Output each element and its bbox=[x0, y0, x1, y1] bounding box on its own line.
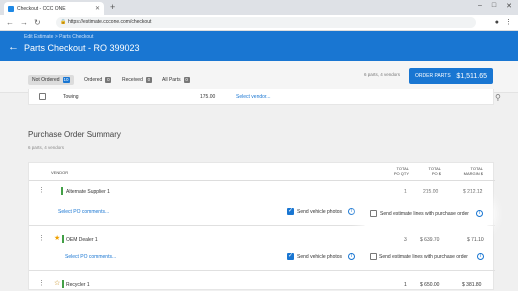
tab-received[interactable]: Received 0 bbox=[122, 77, 152, 83]
vendor-section: ⋮ ☆ Recycler 1 1 $ 650.00 $ 381.80 bbox=[29, 271, 495, 291]
tab-count: 10 bbox=[62, 77, 70, 83]
towing-name: Towing bbox=[63, 94, 79, 100]
vendor-name: Recycler 1 bbox=[66, 282, 90, 288]
send-vehicle-photos-label: Send vehicle photos bbox=[297, 254, 343, 260]
tab-count: 0 bbox=[183, 77, 190, 83]
col-total-margin: TOTAL MARGIN $ bbox=[451, 166, 483, 176]
select-vendor-link[interactable]: Select vendor... bbox=[236, 94, 270, 100]
url-text: https://estimate.cccone.com/checkout bbox=[68, 19, 152, 25]
po-summary-title: Purchase Order Summary bbox=[28, 130, 121, 139]
vendor-qty: 1 bbox=[404, 282, 407, 288]
vendor-qty: 1 bbox=[404, 189, 407, 195]
new-tab-icon[interactable]: + bbox=[110, 2, 115, 13]
maximize-icon[interactable]: □ bbox=[492, 2, 496, 10]
table-header: VENDOR TOTAL PO QTY TOTAL PO $ TOTAL MAR… bbox=[29, 163, 495, 181]
vendor-margin: $ 381.80 bbox=[462, 282, 482, 288]
col-total-po-qty: TOTAL PO QTY bbox=[381, 166, 409, 176]
window-controls: – □ ✕ bbox=[478, 2, 512, 10]
minimize-icon[interactable]: – bbox=[478, 2, 482, 10]
vendor-po-total: 215.00 bbox=[423, 189, 439, 195]
towing-row: Towing 175.00 Select vendor... bbox=[28, 89, 494, 105]
tab-count: 0 bbox=[145, 77, 152, 83]
lock-icon: 🔒 bbox=[60, 19, 67, 25]
vendor-name: OEM Dealer 1 bbox=[66, 237, 98, 243]
vendor-po-total: $ 639.70 bbox=[420, 237, 440, 243]
tab-not-ordered[interactable]: Not Ordered 10 bbox=[28, 75, 74, 85]
send-estimate-lines-checkbox[interactable] bbox=[370, 210, 377, 217]
back-icon[interactable]: ← bbox=[6, 17, 14, 28]
po-summary-subtitle: 6 parts, 4 vendors bbox=[28, 145, 65, 150]
vendor-name: Alternate Supplier 1 bbox=[66, 189, 110, 195]
order-summary-text: 6 parts, 4 vendors bbox=[364, 72, 401, 77]
browser-tab-title: Checkout - CCC ONE bbox=[17, 5, 66, 12]
vendor-section: ⋮ ★ OEM Dealer 1 3 $ 639.70 $ 71.10 Sele… bbox=[29, 226, 495, 271]
favicon-icon bbox=[8, 5, 14, 12]
menu-icon[interactable]: ⋮ bbox=[505, 17, 512, 28]
col-total-po: TOTAL PO $ bbox=[413, 166, 441, 176]
star-icon: ★ bbox=[54, 235, 61, 242]
col-line-2: MARGIN $ bbox=[463, 171, 483, 176]
page-title: Parts Checkout - RO 399023 bbox=[24, 43, 140, 53]
send-vehicle-photos-label: Send vehicle photos bbox=[297, 209, 343, 215]
order-button-label: ORDER PARTS bbox=[415, 73, 451, 79]
vendor-type-bar bbox=[62, 280, 64, 288]
info-icon[interactable]: i bbox=[348, 253, 355, 260]
vendor-menu-icon[interactable]: ⋮ bbox=[38, 235, 45, 242]
info-icon[interactable]: i bbox=[477, 253, 484, 260]
vendor-margin: $ 212.12 bbox=[463, 189, 483, 195]
order-total: $1,511.65 bbox=[456, 72, 487, 80]
close-window-icon[interactable]: ✕ bbox=[506, 2, 512, 10]
tab-label: All Parts bbox=[162, 77, 181, 83]
spotlight-highlight: Send estimate lines with purchase order … bbox=[360, 197, 492, 231]
reload-icon[interactable]: ↻ bbox=[34, 17, 41, 28]
tab-all-parts[interactable]: All Parts 0 bbox=[162, 77, 190, 83]
send-vehicle-photos-checkbox[interactable]: ✓ bbox=[287, 208, 294, 215]
vendor-po-total: $ 650.00 bbox=[420, 282, 440, 288]
send-estimate-lines-checkbox[interactable] bbox=[370, 253, 377, 260]
browser-tab[interactable]: Checkout - CCC ONE ✕ bbox=[4, 2, 104, 15]
vendor-menu-icon[interactable]: ⋮ bbox=[38, 187, 45, 194]
order-parts-button[interactable]: ORDER PARTS $1,511.65 bbox=[409, 68, 493, 84]
towing-price: 175.00 bbox=[200, 94, 216, 100]
towing-checkbox[interactable] bbox=[39, 93, 46, 100]
tab-count: 0 bbox=[105, 77, 112, 83]
tab-label: Not Ordered bbox=[32, 77, 60, 83]
profile-icon[interactable]: ● bbox=[495, 17, 499, 28]
send-vehicle-photos-checkbox[interactable]: ✓ bbox=[287, 253, 294, 260]
col-vendor: VENDOR bbox=[51, 170, 69, 175]
vendor-qty: 3 bbox=[404, 237, 407, 243]
info-icon[interactable]: i bbox=[476, 210, 483, 217]
send-estimate-lines-label: Send estimate lines with purchase order bbox=[379, 254, 468, 260]
browser-toolbar: ← → ↻ 🔒 https://estimate.cccone.com/chec… bbox=[0, 15, 518, 31]
browser-tabbar: Checkout - CCC ONE ✕ + – □ ✕ bbox=[0, 0, 518, 15]
vendor-menu-icon[interactable]: ⋮ bbox=[38, 280, 45, 287]
col-line-2: PO QTY bbox=[393, 171, 409, 176]
select-po-comments-link[interactable]: Select PO comments... bbox=[65, 254, 116, 260]
vendor-margin: $ 71.10 bbox=[467, 237, 484, 243]
tab-label: Received bbox=[122, 77, 143, 83]
vendor-type-bar bbox=[61, 187, 63, 195]
col-line-2: PO $ bbox=[431, 171, 441, 176]
address-bar[interactable]: 🔒 https://estimate.cccone.com/checkout bbox=[56, 17, 476, 28]
tab-label: Ordered bbox=[84, 77, 103, 83]
search-icon[interactable]: ⚲ bbox=[495, 93, 501, 102]
back-arrow-icon[interactable]: ← bbox=[8, 42, 19, 53]
app-header: Edit Estimate > Parts Checkout ← Parts C… bbox=[0, 31, 518, 61]
tab-ordered[interactable]: Ordered 0 bbox=[84, 77, 112, 83]
close-tab-icon[interactable]: ✕ bbox=[95, 5, 100, 12]
info-icon[interactable]: i bbox=[348, 208, 355, 215]
vendor-type-bar bbox=[62, 235, 64, 243]
breadcrumb[interactable]: Edit Estimate > Parts Checkout bbox=[24, 34, 93, 40]
star-outline-icon: ☆ bbox=[54, 280, 61, 287]
forward-icon[interactable]: → bbox=[20, 17, 28, 28]
send-estimate-lines-label: Send estimate lines with purchase order bbox=[380, 211, 469, 217]
select-po-comments-link[interactable]: Select PO comments... bbox=[58, 209, 109, 215]
